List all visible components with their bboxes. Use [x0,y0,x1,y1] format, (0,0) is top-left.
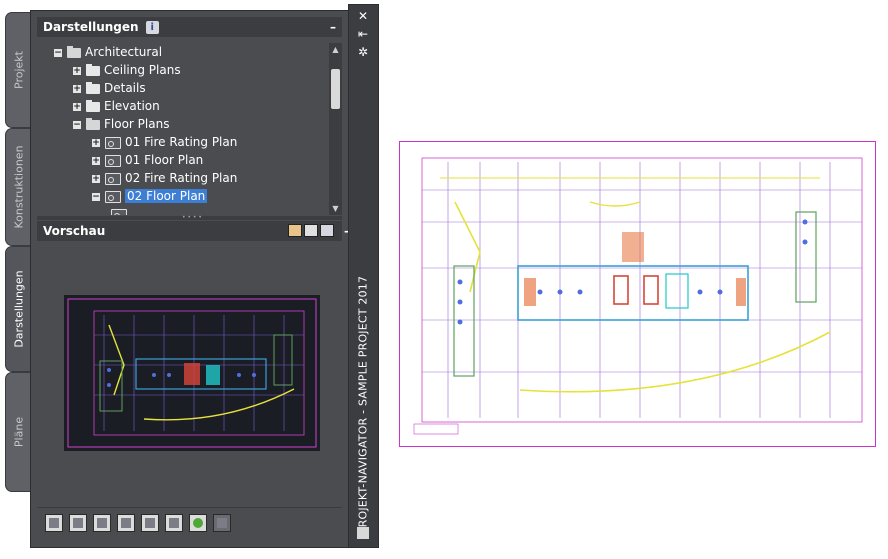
preview-thumbnail-icon[interactable] [304,224,318,237]
preview-detail-icon[interactable] [320,224,334,237]
expand-icon[interactable]: + [73,102,81,111]
tree-item-01-floor-plan[interactable]: +01 Floor Plan [92,151,203,169]
views-panel-header: Darstellungen i – [37,17,342,37]
folder-icon [86,99,100,112]
properties-icon[interactable] [93,514,111,532]
tab-konstruktionen-label: Konstruktionen [12,145,26,229]
folder-icon [86,81,100,94]
collapse-icon[interactable]: − [92,192,100,201]
tab-darstellungen[interactable]: Darstellungen [5,246,32,372]
tree-item-elevation[interactable]: + Elevation [73,97,160,115]
folder-open-icon [86,117,100,130]
regenerate-icon[interactable] [141,514,159,532]
copy-icon[interactable] [117,514,135,532]
view-icon [111,208,127,215]
tab-konstruktionen[interactable]: Konstruktionen [5,128,32,246]
expand-icon[interactable]: + [73,66,81,75]
palette-menu-icon[interactable] [357,527,369,539]
scroll-up-icon[interactable]: ▲ [329,43,342,56]
tab-plaene[interactable]: Pläne [5,372,32,492]
palette-title-bar[interactable]: ✕ ⇤ ✲ PROJEKT-NAVIGATOR - SAMPLE PROJECT… [348,4,379,548]
view-icon [105,190,121,203]
view-icon [105,136,121,149]
properties-gear-icon[interactable]: ✲ [356,45,370,59]
folder-open-icon [67,45,81,58]
tree-item-label: 01 Fire Rating Plan [125,135,238,149]
tree-item-floor-plans[interactable]: − Floor Plans [73,115,169,133]
views-collapse-button[interactable]: – [330,17,336,37]
preview-floor-plan-image [67,298,317,448]
floor-plan-drawing [399,141,876,447]
tree-scrollbar[interactable]: ▲ ▼ [329,43,342,215]
tree-item-label: Architectural [85,45,163,59]
tree-item-02-fire-rating-plan[interactable]: +02 Fire Rating Plan [92,169,237,187]
tab-projekt-label: Projekt [12,51,26,89]
preview-thumbnail [64,295,320,451]
panel-splitter[interactable]: • • • • [37,215,342,221]
bottom-toolbar [37,507,342,540]
palette-title: PROJEKT-NAVIGATOR - SAMPLE PROJECT 2017 [356,275,370,535]
repath-icon [213,514,231,532]
scroll-down-icon[interactable]: ▼ [329,202,342,215]
tree-item-label-selected: 02 Floor Plan [125,189,208,203]
tree-item-label: 02 Fire Rating Plan [125,171,238,185]
tree-item-partial [111,205,131,215]
tree-item-label: 01 Floor Plan [125,153,204,167]
views-panel-title: Darstellungen [43,20,139,34]
tab-plaene-label: Pläne [12,416,26,448]
view-icon [105,154,121,167]
preview-panel-title: Vorschau [43,224,106,238]
info-icon[interactable]: i [145,21,159,34]
open-icon[interactable] [165,514,183,532]
tree-item-label: Ceiling Plans [104,63,181,77]
close-icon[interactable]: ✕ [356,9,370,23]
tree-item-ceiling-plans[interactable]: + Ceiling Plans [73,61,181,79]
tree-item-label: Floor Plans [104,117,170,131]
tree-item-details[interactable]: + Details [73,79,146,97]
floor-plan-image [413,157,863,435]
tab-projekt[interactable]: Projekt [5,12,32,128]
scroll-thumb[interactable] [331,69,340,109]
collapse-icon[interactable]: − [73,120,81,129]
palette-content: Darstellungen i – − Architectural + Ceilin… [30,10,350,548]
refresh-icon[interactable] [189,514,207,532]
autohide-icon[interactable]: ⇤ [356,27,370,41]
tree-item-label: Details [104,81,146,95]
tree-item-02-floor-plan[interactable]: − 02 Floor Plan [92,187,208,205]
collapse-icon[interactable]: − [54,48,62,57]
new-view-icon[interactable] [45,514,63,532]
add-view-icon[interactable] [69,514,87,532]
side-tabs: Projekt Konstruktionen Darstellungen Plä… [3,4,32,492]
expand-icon[interactable]: + [92,174,100,183]
expand-icon[interactable]: + [73,84,81,93]
preview-panel-header: Vorschau – [37,221,350,241]
views-tree: − Architectural + Ceiling Plans + Details +… [37,43,329,215]
tree-item-architectural[interactable]: − Architectural [54,43,162,61]
expand-icon[interactable]: + [92,138,100,147]
preview-settings-icon[interactable] [288,224,302,237]
tree-item-label: Elevation [104,99,160,113]
expand-icon[interactable]: + [92,156,100,165]
view-icon [105,172,121,185]
project-navigator-palette: Projekt Konstruktionen Darstellungen Plä… [3,4,379,548]
tab-darstellungen-label: Darstellungen [12,270,26,348]
folder-icon [86,63,100,76]
tree-item-01-fire-rating-plan[interactable]: +01 Fire Rating Plan [92,133,237,151]
